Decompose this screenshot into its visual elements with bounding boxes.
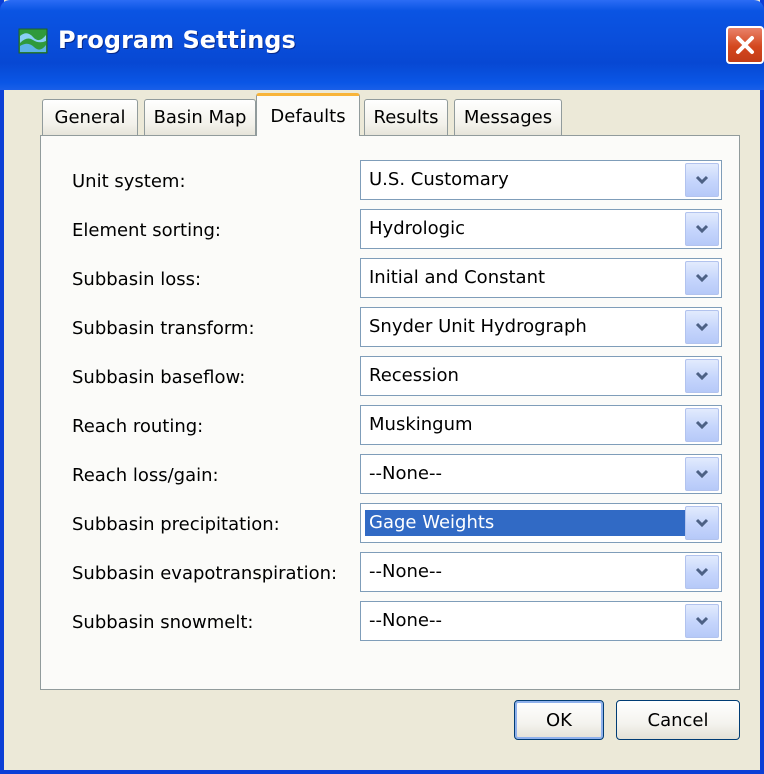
reach-routing-value: Muskingum [369,414,473,435]
dropdown-button[interactable] [685,555,719,589]
subbasin-loss-label: Subbasin loss: [72,269,202,290]
unit-system-value: U.S. Customary [369,169,509,190]
tab-general[interactable]: General [42,99,138,135]
subbasin-snowmelt-label: Subbasin snowmelt: [72,612,254,633]
subbasin-transform-select[interactable]: Snyder Unit Hydrograph [360,307,722,347]
subbasin-precipitation-value: Gage Weights [365,510,685,536]
tab-messages[interactable]: Messages [454,99,562,135]
unit-system-select[interactable]: U.S. Customary [360,160,722,200]
chevron-down-icon [695,616,709,626]
subbasin-loss-value: Initial and Constant [369,267,546,288]
subbasin-baseflow-label: Subbasin baseflow: [72,367,246,388]
subbasin-baseflow-value: Recession [369,365,459,386]
unit-system-label: Unit system: [72,171,186,192]
dropdown-button[interactable] [685,506,719,540]
subbasin-precipitation-select[interactable]: Gage Weights [360,503,722,543]
dropdown-button[interactable] [685,212,719,246]
reach-loss-gain-label: Reach loss/gain: [72,465,219,486]
app-icon [18,26,48,56]
dropdown-button[interactable] [685,359,719,393]
reach-routing-select[interactable]: Muskingum [360,405,722,445]
tab-basin-map[interactable]: Basin Map [144,99,256,135]
subbasin-precipitation-label: Subbasin precipitation: [72,514,280,535]
subbasin-evapotranspiration-label: Subbasin evapotranspiration: [72,563,338,584]
dropdown-button[interactable] [685,310,719,344]
program-settings-dialog: Program Settings General Basin Map Defau… [0,0,764,774]
chevron-down-icon [695,322,709,332]
dropdown-button[interactable] [685,163,719,197]
dropdown-button[interactable] [685,457,719,491]
element-sorting-value: Hydrologic [369,218,465,239]
subbasin-baseflow-select[interactable]: Recession [360,356,722,396]
element-sorting-label: Element sorting: [72,220,221,241]
reach-loss-gain-value: --None-- [369,463,442,484]
subbasin-transform-value: Snyder Unit Hydrograph [369,316,587,337]
chevron-down-icon [695,567,709,577]
chevron-down-icon [695,420,709,430]
chevron-down-icon [695,469,709,479]
title-bar[interactable]: Program Settings [0,0,764,90]
chevron-down-icon [695,518,709,528]
subbasin-transform-label: Subbasin transform: [72,318,255,339]
subbasin-snowmelt-select[interactable]: --None-- [360,601,722,641]
chevron-down-icon [695,371,709,381]
dropdown-button[interactable] [685,604,719,638]
element-sorting-select[interactable]: Hydrologic [360,209,722,249]
settings-tabs: General Basin Map Defaults Results Messa… [42,93,642,139]
subbasin-loss-select[interactable]: Initial and Constant [360,258,722,298]
chevron-down-icon [695,273,709,283]
subbasin-snowmelt-value: --None-- [369,610,442,631]
tab-results[interactable]: Results [364,99,448,135]
close-button[interactable] [726,26,764,64]
dropdown-button[interactable] [685,261,719,295]
chevron-down-icon [695,175,709,185]
dropdown-button[interactable] [685,408,719,442]
close-icon [736,36,754,54]
ok-button[interactable]: OK [514,700,604,740]
reach-routing-label: Reach routing: [72,416,204,437]
tab-defaults[interactable]: Defaults [256,93,360,136]
subbasin-evapotranspiration-value: --None-- [369,561,442,582]
chevron-down-icon [695,224,709,234]
window-title: Program Settings [58,26,296,54]
subbasin-evapotranspiration-select[interactable]: --None-- [360,552,722,592]
reach-loss-gain-select[interactable]: --None-- [360,454,722,494]
cancel-button[interactable]: Cancel [616,700,740,740]
